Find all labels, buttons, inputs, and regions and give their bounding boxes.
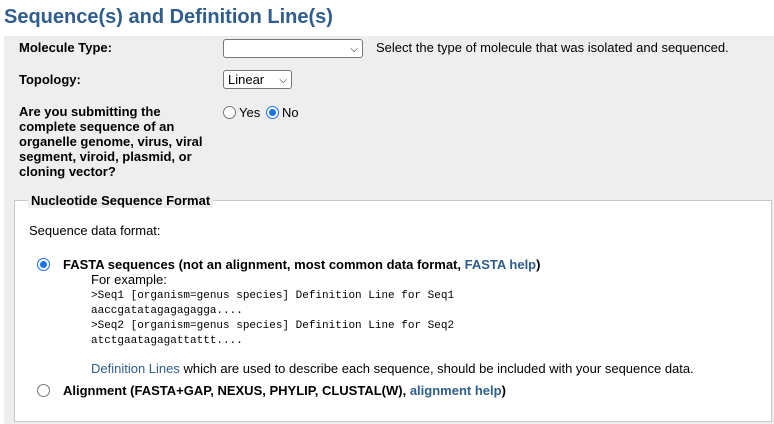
fasta-option-label[interactable]: FASTA sequences (not an alignment, most … — [63, 257, 540, 272]
chevron-down-icon: ⌵ — [350, 44, 358, 55]
example-line-2: aaccgatatagagagagga.... — [91, 305, 243, 317]
molecule-type-label: Molecule Type: — [19, 40, 112, 55]
topology-label: Topology: — [19, 72, 81, 87]
complete-yes-label[interactable]: Yes — [239, 105, 260, 120]
example-label: For example: — [91, 272, 167, 287]
complete-sequence-question: Are you submitting the complete sequence… — [19, 104, 203, 179]
complete-no-radio[interactable] — [266, 106, 279, 119]
nucleotide-format-legend: Nucleotide Sequence Format — [28, 193, 214, 208]
defline-note: Definition Lines which are used to descr… — [91, 361, 694, 376]
fasta-radio[interactable] — [37, 258, 50, 271]
complete-yes-radio[interactable] — [223, 106, 236, 119]
sequence-form-panel: Molecule Type: ⌵ Select the type of mole… — [4, 36, 774, 424]
topology-value: Linear — [228, 72, 265, 87]
molecule-type-select[interactable]: ⌵ — [223, 39, 363, 58]
nucleotide-format-fieldset: Nucleotide Sequence Format Sequence data… — [14, 193, 772, 422]
example-line-4: atctgaatagagattattt.... — [91, 335, 243, 347]
alignment-option-label[interactable]: Alignment (FASTA+GAP, NEXUS, PHYLIP, CLU… — [63, 383, 506, 398]
example-line-3: >Seq2 [organism=genus species] Definitio… — [91, 320, 455, 332]
fasta-help-link[interactable]: FASTA help — [465, 257, 537, 272]
topology-select[interactable]: Linear ⌵ — [223, 70, 292, 89]
molecule-type-hint: Select the type of molecule that was iso… — [376, 40, 729, 55]
alignment-help-link[interactable]: alignment help — [410, 383, 502, 398]
page-title: Sequence(s) and Definition Line(s) — [4, 6, 333, 28]
example-line-1: >Seq1 [organism=genus species] Definitio… — [91, 290, 455, 302]
alignment-radio[interactable] — [37, 384, 50, 397]
complete-no-label[interactable]: No — [282, 105, 299, 120]
definition-lines-link[interactable]: Definition Lines — [91, 361, 180, 376]
chevron-down-icon: ⌵ — [279, 75, 287, 86]
data-format-label: Sequence data format: — [29, 223, 161, 238]
